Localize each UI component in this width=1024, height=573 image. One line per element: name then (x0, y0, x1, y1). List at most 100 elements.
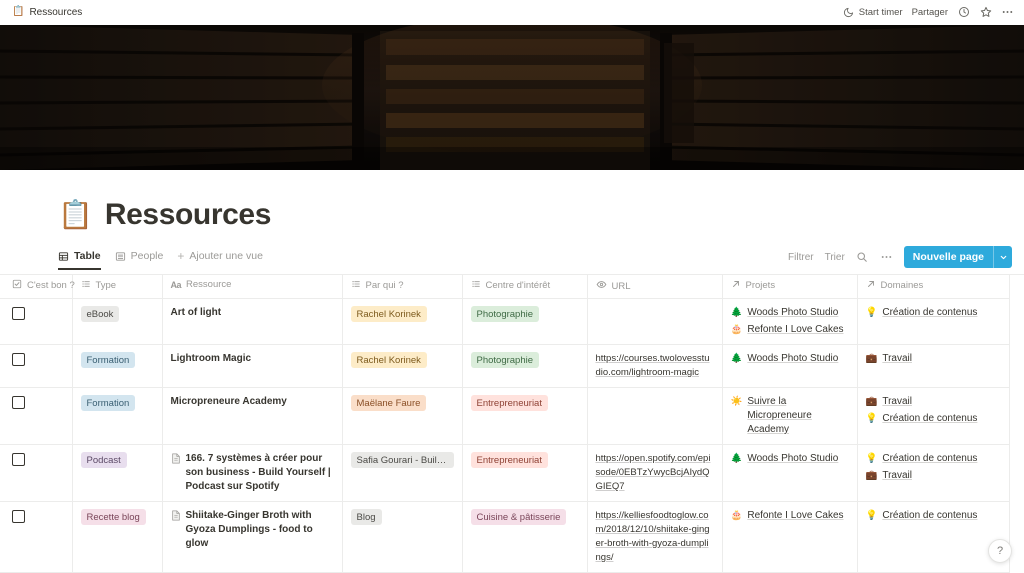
cell-domaines[interactable]: 💼 Travail 💡 Création de contenus (857, 387, 1010, 445)
sort-button[interactable]: Trier (825, 252, 845, 263)
type-tag[interactable]: eBook (80, 306, 120, 322)
projet-relation-item[interactable]: ☀️ Suivre la Micropreneure Academy (731, 395, 849, 437)
cell-url[interactable]: https://open.spotify.com/episode/0EBTzYw… (587, 444, 723, 502)
domaine-relation-item[interactable]: 💡 Création de contenus (866, 306, 1001, 320)
row-checkbox[interactable] (12, 307, 25, 320)
cell-projets[interactable]: 🌲 Woods Photo Studio 🎂 Refonte I Love Cakes (722, 298, 858, 345)
clock-icon[interactable] (957, 6, 970, 19)
projet-relation-item[interactable]: 🌲 Woods Photo Studio (731, 306, 849, 320)
cell-type[interactable]: Podcast (72, 444, 163, 502)
chevron-down-icon[interactable] (993, 246, 1012, 268)
clipboard-icon[interactable]: 📋 (58, 201, 93, 229)
new-page-button[interactable]: Nouvelle page (903, 246, 1012, 268)
view-more-icon[interactable] (880, 251, 893, 264)
column-header-centre-interet[interactable]: Centre d'intérêt (462, 274, 588, 299)
cell-type[interactable]: eBook (72, 298, 163, 345)
cell-par-qui[interactable]: Rachel Korinek (342, 298, 463, 345)
cell-centre-interet[interactable]: Entrepreneuriat (462, 444, 588, 502)
cell-ressource[interactable]: Art of light (162, 298, 343, 345)
cell-checkbox[interactable] (0, 501, 73, 573)
cell-ressource[interactable]: Shiitake-Ginger Broth with Gyoza Dumplin… (162, 501, 343, 573)
resource-title[interactable]: Lightroom Magic (171, 352, 252, 366)
cell-domaines[interactable]: 💡 Création de contenus (857, 298, 1010, 345)
par-qui-tag[interactable]: Maëlane Faure (350, 395, 427, 411)
domaine-relation-item[interactable]: 💼 Travail (866, 469, 1001, 483)
centre-interet-tag[interactable]: Cuisine & pâtisserie (470, 509, 567, 525)
row-checkbox[interactable] (12, 510, 25, 523)
tab-people[interactable]: People (115, 250, 163, 270)
domaine-relation-item[interactable]: 💼 Travail (866, 352, 1001, 366)
cell-par-qui[interactable]: Maëlane Faure (342, 387, 463, 445)
type-tag[interactable]: Podcast (80, 452, 127, 468)
table-row[interactable]: Podcast 166. 7 systèmes à créer pour son … (0, 444, 1024, 502)
column-header-projets[interactable]: Projets (722, 274, 858, 299)
cell-par-qui[interactable]: Blog (342, 501, 463, 573)
column-header-par-qui[interactable]: Par qui ? (342, 274, 463, 299)
url-link[interactable]: https://courses.twolovesstudio.com/light… (596, 353, 710, 378)
projet-relation-item[interactable]: 🌲 Woods Photo Studio (731, 352, 849, 366)
cell-centre-interet[interactable]: Cuisine & pâtisserie (462, 501, 588, 573)
cell-url[interactable] (587, 387, 723, 445)
type-tag[interactable]: Formation (80, 395, 136, 411)
cell-domaines[interactable]: 💡 Création de contenus (857, 501, 1010, 573)
cell-url[interactable] (587, 298, 723, 345)
table-row[interactable]: Formation Micropreneure Academy Maëlane Fa… (0, 387, 1024, 445)
centre-interet-tag[interactable]: Photographie (470, 306, 540, 322)
resource-title[interactable]: Micropreneure Academy (171, 395, 287, 409)
search-icon[interactable] (856, 251, 869, 264)
par-qui-tag[interactable]: Rachel Korinek (350, 306, 427, 322)
cell-projets[interactable]: ☀️ Suivre la Micropreneure Academy (722, 387, 858, 445)
domaine-relation-item[interactable]: 💡 Création de contenus (866, 412, 1001, 426)
projet-relation-item[interactable]: 🎂 Refonte I Love Cakes (731, 509, 849, 523)
page-title[interactable]: Ressources (105, 198, 272, 232)
filter-button[interactable]: Filtrer (788, 252, 814, 263)
cell-checkbox[interactable] (0, 344, 73, 388)
help-button[interactable]: ? (988, 539, 1012, 563)
add-view-button[interactable]: + Ajouter une vue (177, 250, 263, 270)
column-header-ressource[interactable]: Aa Ressource (162, 274, 343, 299)
type-tag[interactable]: Recette blog (80, 509, 146, 525)
cell-type[interactable]: Recette blog (72, 501, 163, 573)
breadcrumb[interactable]: 📋 Ressources (12, 7, 82, 18)
cell-checkbox[interactable] (0, 298, 73, 345)
cell-par-qui[interactable]: Safia Gourari - Build youself (342, 444, 463, 502)
cell-url[interactable]: https://courses.twolovesstudio.com/light… (587, 344, 723, 388)
type-tag[interactable]: Formation (80, 352, 136, 368)
projet-relation-item[interactable]: 🎂 Refonte I Love Cakes (731, 323, 849, 337)
domaine-relation-item[interactable]: 💡 Création de contenus (866, 509, 1001, 523)
url-link[interactable]: https://kelliesfoodtoglow.com/2018/12/10… (596, 510, 710, 563)
table-row[interactable]: eBook Art of light Rachel Korinek Photograp… (0, 298, 1024, 345)
more-icon[interactable] (1001, 6, 1014, 19)
column-header-domaines[interactable]: Domaines (857, 274, 1010, 299)
cell-projets[interactable]: 🌲 Woods Photo Studio (722, 444, 858, 502)
cell-ressource[interactable]: Lightroom Magic (162, 344, 343, 388)
par-qui-tag[interactable]: Safia Gourari - Build youself (350, 452, 454, 468)
centre-interet-tag[interactable]: Entrepreneuriat (470, 395, 548, 411)
cell-ressource[interactable]: 166. 7 systèmes à créer pour son busines… (162, 444, 343, 502)
domaine-relation-item[interactable]: 💼 Travail (866, 395, 1001, 409)
cell-url[interactable]: https://kelliesfoodtoglow.com/2018/12/10… (587, 501, 723, 573)
table-row[interactable]: Formation Lightroom Magic Rachel Korinek Ph… (0, 344, 1024, 388)
row-checkbox[interactable] (12, 396, 25, 409)
row-checkbox[interactable] (12, 453, 25, 466)
row-checkbox[interactable] (12, 353, 25, 366)
par-qui-tag[interactable]: Rachel Korinek (350, 352, 427, 368)
domaine-relation-item[interactable]: 💡 Création de contenus (866, 452, 1001, 466)
column-header-url[interactable]: URL (587, 274, 723, 299)
cell-checkbox[interactable] (0, 444, 73, 502)
cell-type[interactable]: Formation (72, 387, 163, 445)
table-row[interactable]: Recette blog Shiitake-Ginger Broth with G… (0, 501, 1024, 573)
column-header-type[interactable]: Type (72, 274, 163, 299)
resource-title[interactable]: Art of light (171, 306, 222, 320)
cell-centre-interet[interactable]: Photographie (462, 344, 588, 388)
cell-projets[interactable]: 🌲 Woods Photo Studio (722, 344, 858, 388)
cell-checkbox[interactable] (0, 387, 73, 445)
star-icon[interactable] (979, 6, 992, 19)
cell-projets[interactable]: 🎂 Refonte I Love Cakes (722, 501, 858, 573)
share-button[interactable]: Partager (912, 7, 948, 18)
par-qui-tag[interactable]: Blog (350, 509, 382, 525)
projet-relation-item[interactable]: 🌲 Woods Photo Studio (731, 452, 849, 466)
cell-centre-interet[interactable]: Entrepreneuriat (462, 387, 588, 445)
cell-domaines[interactable]: 💼 Travail (857, 344, 1010, 388)
resource-title[interactable]: 166. 7 systèmes à créer pour son busines… (186, 452, 334, 494)
